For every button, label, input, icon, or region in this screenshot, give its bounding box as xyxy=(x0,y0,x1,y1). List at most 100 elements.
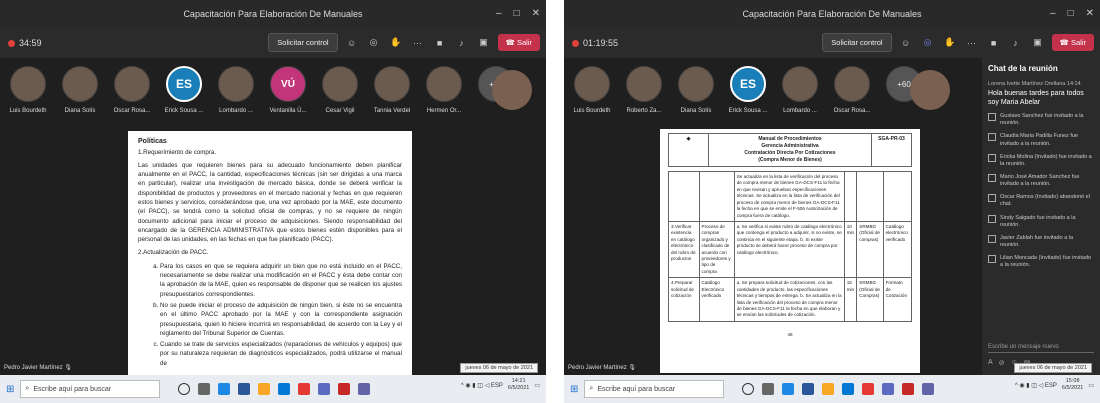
chat-event-text: Claudia Maria Padilla Funez fue invitado… xyxy=(1000,133,1078,147)
request-control-button[interactable]: Solicitar control xyxy=(268,33,338,52)
participant-name: Oscar Rosa... xyxy=(113,108,151,114)
share-icon[interactable]: ▣ xyxy=(1030,35,1046,51)
explorer-icon[interactable] xyxy=(258,383,271,395)
more-options-icon[interactable]: ··· xyxy=(410,35,426,51)
presenter-name: Pedro Javier Martínez 🎙 xyxy=(568,365,636,371)
store-icon[interactable] xyxy=(278,383,291,395)
tray-icons[interactable]: ^ ◉ ▮ ◫ ◁ ESP xyxy=(1015,382,1057,389)
cortana-icon[interactable] xyxy=(178,383,191,395)
explorer-icon[interactable] xyxy=(822,383,835,395)
teams-icon[interactable] xyxy=(882,383,895,395)
leave-button[interactable]: ☎ Salir xyxy=(497,34,540,51)
table-cell-desc: Proceso de compras organizado y clasific… xyxy=(698,220,735,279)
word-icon[interactable] xyxy=(238,383,251,395)
taskbar-search[interactable]: ⌕ Escribe aquí para buscar xyxy=(20,380,161,398)
page-number: 46 xyxy=(787,331,793,337)
request-control-button[interactable]: Solicitar control xyxy=(822,33,892,52)
participant-avatar xyxy=(374,66,410,102)
word-icon[interactable] xyxy=(802,383,815,395)
participant[interactable]: Hermen Or... xyxy=(422,66,466,114)
edge-icon[interactable] xyxy=(782,383,795,395)
teams-active-icon[interactable] xyxy=(358,383,371,395)
participant[interactable]: Lombardo ... xyxy=(214,66,258,114)
person-added-icon xyxy=(988,174,996,183)
doc-header-titles: Manual de Procedimientos Gerencia Admini… xyxy=(708,133,872,167)
mic-off-icon[interactable]: ♪ xyxy=(454,35,470,51)
mic-off-icon[interactable]: ♪ xyxy=(1008,35,1024,51)
minimize-icon[interactable]: – xyxy=(496,8,502,19)
chat-icon[interactable]: ◎ xyxy=(366,35,382,51)
participant[interactable]: VÚ Ventanilla Ú... xyxy=(266,66,310,114)
windows-start-icon[interactable]: ⊞ xyxy=(570,384,578,395)
participant[interactable]: Roberto Za... xyxy=(622,66,666,114)
participant[interactable]: Oscar Rosa... xyxy=(110,66,154,114)
participant[interactable]: Oscar Rosa... xyxy=(830,66,874,114)
participant-avatar: VÚ xyxy=(270,66,306,102)
taskbar-search[interactable]: ⌕ Escribe aquí para buscar xyxy=(584,380,725,398)
notifications-icon[interactable]: ▭ xyxy=(1088,382,1094,389)
format-icon[interactable]: A xyxy=(988,359,993,367)
participant-name: Erick Sousa ... xyxy=(164,108,204,114)
chat-event: Lilian Moncada (Invitado) fue invitado a… xyxy=(988,255,1094,269)
close-icon[interactable]: ✕ xyxy=(1086,8,1094,19)
doc-item-c: Cuando se trate de servicios especializa… xyxy=(160,340,402,368)
participant-avatar xyxy=(62,66,98,102)
teams-active-icon[interactable] xyxy=(922,383,935,395)
person-added-icon xyxy=(988,255,996,264)
participants-icon[interactable]: ☺ xyxy=(344,35,360,51)
maximize-icon[interactable]: □ xyxy=(1068,8,1074,19)
participant[interactable]: Diana Solís xyxy=(674,66,718,114)
reactions-icon[interactable]: ✋ xyxy=(388,35,404,51)
chrome-icon[interactable] xyxy=(862,383,875,395)
participant[interactable]: ES Erick Sousa ... xyxy=(726,66,770,114)
participant-name: Luis Bourdeth xyxy=(573,108,611,114)
participants-icon[interactable]: ☺ xyxy=(898,35,914,51)
chat-message-text: Hola buenas tardes para todos soy Maria … xyxy=(988,90,1084,107)
camera-off-icon[interactable]: ■ xyxy=(986,35,1002,51)
maximize-icon[interactable]: □ xyxy=(514,8,520,19)
chat-icon[interactable]: ◎ xyxy=(920,35,936,51)
edge-icon[interactable] xyxy=(218,383,231,395)
clock[interactable]: 15:08 6/5/2021 xyxy=(1062,378,1083,392)
participant[interactable]: Diana Solís xyxy=(58,66,102,114)
participant-name: Roberto Za... xyxy=(626,108,662,114)
camera-off-icon[interactable]: ■ xyxy=(432,35,448,51)
table-cell-activity: Se actualiza en la lista de verificación… xyxy=(733,171,845,222)
notifications-icon[interactable]: ▭ xyxy=(534,382,540,389)
table-row: Se actualiza en la lista de verificación… xyxy=(668,171,913,222)
participant[interactable]: Tannia Verdel xyxy=(370,66,414,114)
more-options-icon[interactable]: ··· xyxy=(964,35,980,51)
table-cell-resp: SRMBG (Oficial de Compras) xyxy=(856,277,884,322)
pdf-icon[interactable] xyxy=(338,383,351,395)
participant-avatar xyxy=(834,66,870,102)
doc-item-b: No se puede iniciar el proceso de adquis… xyxy=(160,301,402,338)
participant-avatar xyxy=(678,66,714,102)
close-icon[interactable]: ✕ xyxy=(532,8,540,19)
clock[interactable]: 14:21 6/5/2021 xyxy=(508,378,529,392)
chat-input[interactable]: Escribe un mensaje nuevo xyxy=(988,344,1094,353)
minimize-icon[interactable]: – xyxy=(1050,8,1056,19)
task-view-icon[interactable] xyxy=(762,383,775,395)
participant-name: Lombardo ... xyxy=(219,108,253,114)
share-icon[interactable]: ▣ xyxy=(476,35,492,51)
task-view-icon[interactable] xyxy=(198,383,211,395)
shared-document: Políticas 1.Requerimiento de compra. Las… xyxy=(128,131,412,375)
participant[interactable]: Cesar Vigil xyxy=(318,66,362,114)
windows-start-icon[interactable]: ⊞ xyxy=(6,384,14,395)
person-added-icon xyxy=(988,194,996,203)
cortana-icon[interactable] xyxy=(742,383,755,395)
participant[interactable]: Luis Bourdeth xyxy=(6,66,50,114)
leave-button[interactable]: ☎ Salir xyxy=(1051,34,1094,51)
chat-events-list: Gustavo Sanchez fue invitado a la reunió… xyxy=(988,113,1094,269)
reactions-icon[interactable]: ✋ xyxy=(942,35,958,51)
meeting-toolbar: 01:19:55 Solicitar control ☺ ◎ ✋ ··· ■ ♪… xyxy=(564,28,1100,58)
teams-icon[interactable] xyxy=(318,383,331,395)
participant[interactable]: Lombardo ... xyxy=(778,66,822,114)
store-icon[interactable] xyxy=(842,383,855,395)
pdf-icon[interactable] xyxy=(902,383,915,395)
tray-icons[interactable]: ^ ◉ ▮ ◫ ◁ ESP xyxy=(461,382,503,389)
attach-icon[interactable]: ⊘ xyxy=(999,359,1005,367)
chrome-icon[interactable] xyxy=(298,383,311,395)
participant[interactable]: ES Erick Sousa ... xyxy=(162,66,206,114)
participant[interactable]: Luis Bourdeth xyxy=(570,66,614,114)
